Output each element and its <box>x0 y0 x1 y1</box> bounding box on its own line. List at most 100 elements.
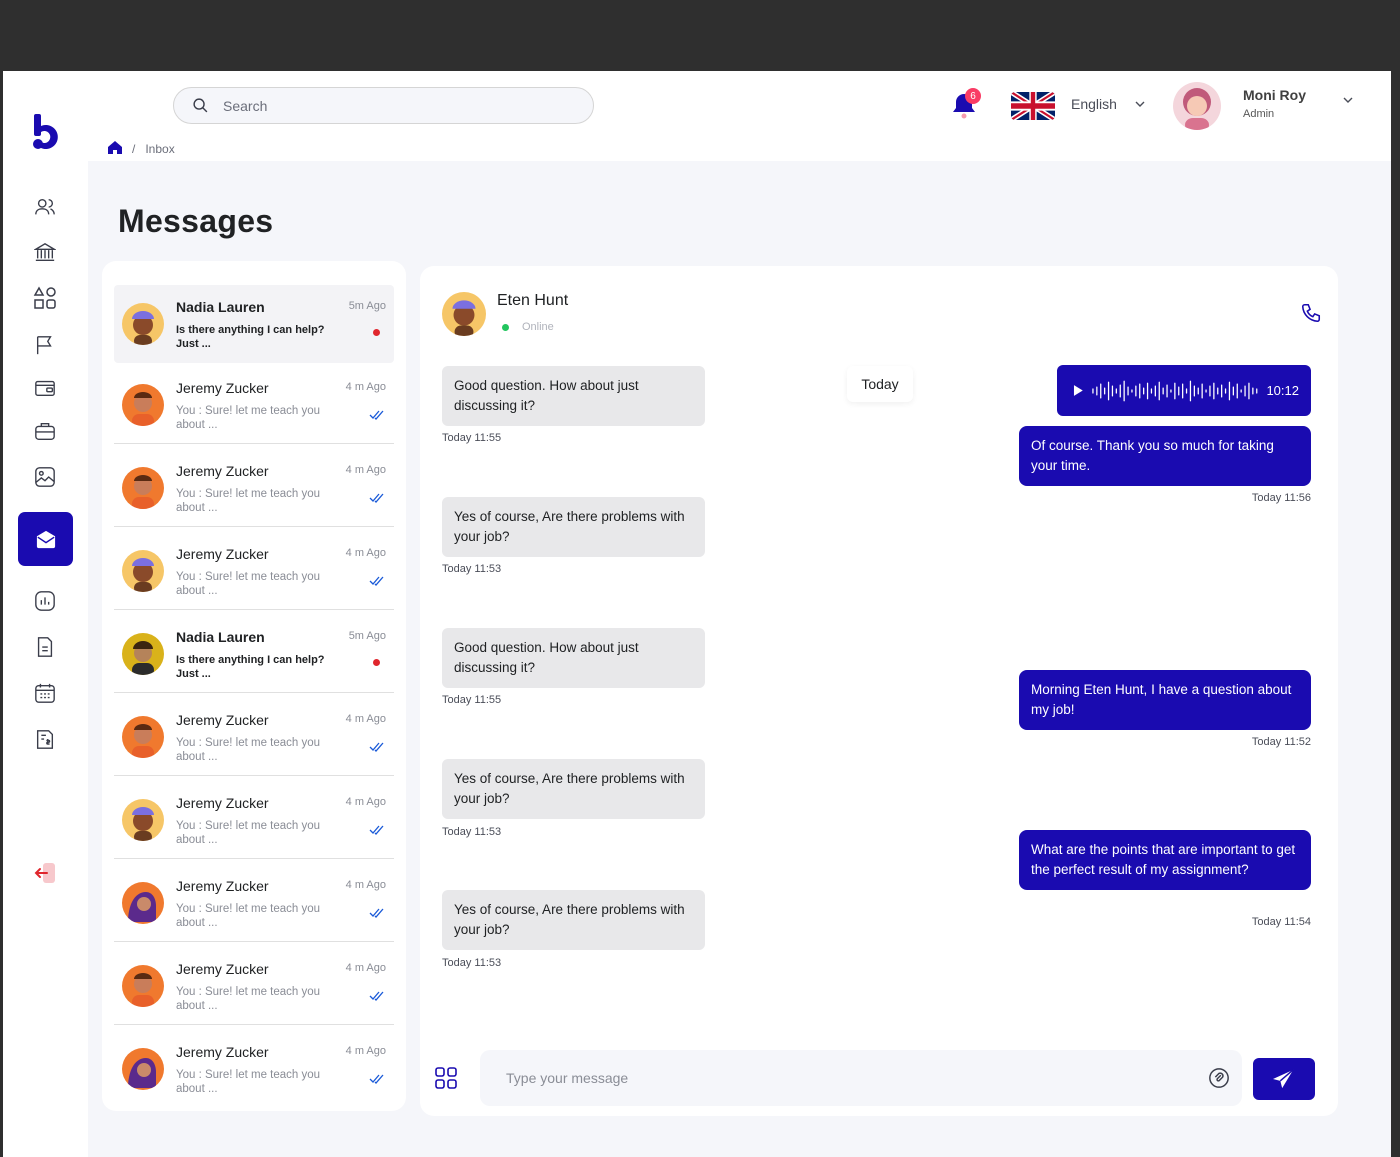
message-preview: Is there anything I can help? Just ... <box>176 324 325 350</box>
double-check-icon <box>369 493 384 503</box>
inbox-icon[interactable] <box>18 512 73 566</box>
list-item[interactable]: Nadia Lauren 5m Ago Is there anything I … <box>114 285 394 363</box>
incoming-message: Yes of course, Are there problems with y… <box>442 890 705 950</box>
contact-avatar <box>122 965 164 1007</box>
online-status: Online <box>502 321 554 333</box>
app-window: / Inbox 6 English Moni Roy Admin <box>3 71 1391 1157</box>
page-title: Messages <box>118 203 274 239</box>
conversation-panel: Eten Hunt Online Good question. How abou… <box>420 266 1338 1116</box>
calendar-icon[interactable] <box>31 679 59 707</box>
outgoing-message: What are the points that are important t… <box>1019 830 1311 890</box>
list-item[interactable]: Jeremy Zucker 4 m Ago You : Sure! let me… <box>114 864 394 942</box>
contact-avatar <box>442 292 486 336</box>
message-timestamp: Today 11:56 <box>1251 492 1311 504</box>
chevron-down-icon[interactable] <box>1343 97 1353 103</box>
language-selector[interactable]: English <box>1071 96 1145 112</box>
message-time: 5m Ago <box>348 300 386 312</box>
list-item[interactable]: Jeremy Zucker 4 m Ago You : Sure! let me… <box>114 366 394 444</box>
breadcrumb: / Inbox <box>108 141 175 157</box>
image-icon[interactable] <box>31 463 59 491</box>
home-icon[interactable] <box>108 141 122 157</box>
outgoing-message: Of course. Thank you so much for taking … <box>1019 426 1311 486</box>
attachment-icon[interactable] <box>1208 1067 1230 1089</box>
contact-name: Nadia Lauren <box>176 629 265 645</box>
contact-avatar <box>122 799 164 841</box>
list-item[interactable]: Jeremy Zucker 4 m Ago You : Sure! let me… <box>114 698 394 776</box>
double-check-icon <box>369 410 384 420</box>
conversation-list: Nadia Lauren 5m Ago Is there anything I … <box>102 261 406 1111</box>
list-item[interactable]: Jeremy Zucker 4 m Ago You : Sure! let me… <box>114 532 394 610</box>
contact-name: Nadia Lauren <box>176 299 265 315</box>
search-icon <box>193 98 208 113</box>
message-timestamp: Today 11:52 <box>1251 736 1311 748</box>
bank-icon[interactable] <box>31 238 59 266</box>
voice-message[interactable]: 10:12 <box>1057 365 1311 416</box>
logout-icon[interactable] <box>33 861 59 885</box>
message-time: 4 m Ago <box>345 713 386 725</box>
contact-name: Jeremy Zucker <box>176 878 269 894</box>
contact-name: Jeremy Zucker <box>176 463 269 479</box>
users-icon[interactable] <box>31 193 59 221</box>
message-input[interactable] <box>506 1070 1186 1086</box>
message-time: 4 m Ago <box>345 464 386 476</box>
message-time: 4 m Ago <box>345 381 386 393</box>
double-check-icon <box>369 991 384 1001</box>
unread-dot <box>373 659 380 666</box>
message-preview: You : Sure! let me teach you about ... <box>176 737 321 763</box>
message-preview: You : Sure! let me teach you about ... <box>176 571 321 597</box>
wallet-icon[interactable] <box>31 374 59 402</box>
phone-icon[interactable] <box>1300 302 1322 324</box>
status-label: Online <box>522 321 554 333</box>
contact-name: Jeremy Zucker <box>176 1044 269 1060</box>
contact-avatar <box>122 303 164 345</box>
user-name: Moni Roy <box>1243 87 1306 103</box>
user-avatar[interactable] <box>1173 82 1221 130</box>
contact-name: Eten Hunt <box>497 292 569 309</box>
notification-badge: 6 <box>965 88 981 104</box>
flag-icon[interactable] <box>31 331 59 359</box>
search-bar[interactable] <box>173 87 594 124</box>
uk-flag-icon[interactable] <box>1011 92 1055 120</box>
message-time: 4 m Ago <box>345 1045 386 1057</box>
message-timestamp: Today 11:54 <box>1251 916 1311 928</box>
list-item[interactable]: Jeremy Zucker 4 m Ago You : Sure! let me… <box>114 1030 394 1108</box>
double-check-icon <box>369 825 384 835</box>
breadcrumb-current[interactable]: Inbox <box>145 142 174 156</box>
double-check-icon <box>369 1074 384 1084</box>
brand-logo[interactable] <box>30 114 64 152</box>
message-composer <box>480 1050 1242 1106</box>
message-timestamp: Today 11:53 <box>442 957 502 969</box>
list-item[interactable]: Jeremy Zucker 4 m Ago You : Sure! let me… <box>114 449 394 527</box>
unread-dot <box>373 329 380 336</box>
contact-avatar <box>122 467 164 509</box>
list-item[interactable]: Jeremy Zucker 4 m Ago You : Sure! let me… <box>114 781 394 859</box>
message-time: 4 m Ago <box>345 547 386 559</box>
search-input[interactable] <box>223 97 553 114</box>
send-button[interactable] <box>1253 1058 1315 1100</box>
apps-grid-icon[interactable] <box>434 1066 458 1090</box>
message-preview: Is there anything I can help? Just ... <box>176 654 325 680</box>
main-content: Messages Nadia Lauren 5m Ago Is there an… <box>88 161 1391 1157</box>
briefcase-icon[interactable] <box>31 417 59 445</box>
document-icon[interactable] <box>31 633 59 661</box>
invoice-icon[interactable] <box>31 725 59 753</box>
contact-avatar <box>122 550 164 592</box>
message-preview: You : Sure! let me teach you about ... <box>176 986 321 1012</box>
contact-avatar <box>122 1048 164 1090</box>
shapes-icon[interactable] <box>31 284 59 312</box>
contact-name: Jeremy Zucker <box>176 712 269 728</box>
play-icon[interactable] <box>1073 385 1083 396</box>
breadcrumb-separator: / <box>132 142 136 156</box>
message-timestamp: Today 11:55 <box>442 432 502 444</box>
list-item[interactable]: Jeremy Zucker 4 m Ago You : Sure! let me… <box>114 947 394 1025</box>
incoming-message: Yes of course, Are there problems with y… <box>442 759 705 819</box>
contact-avatar <box>122 716 164 758</box>
user-role: Admin <box>1243 108 1275 120</box>
message-timestamp: Today 11:53 <box>442 826 502 838</box>
chart-icon[interactable] <box>31 587 59 615</box>
list-item[interactable]: Nadia Lauren 5m Ago Is there anything I … <box>114 615 394 693</box>
voice-duration: 10:12 <box>1266 383 1299 398</box>
notification-bell[interactable]: 6 <box>951 88 981 121</box>
contact-avatar <box>122 384 164 426</box>
contact-name: Jeremy Zucker <box>176 795 269 811</box>
